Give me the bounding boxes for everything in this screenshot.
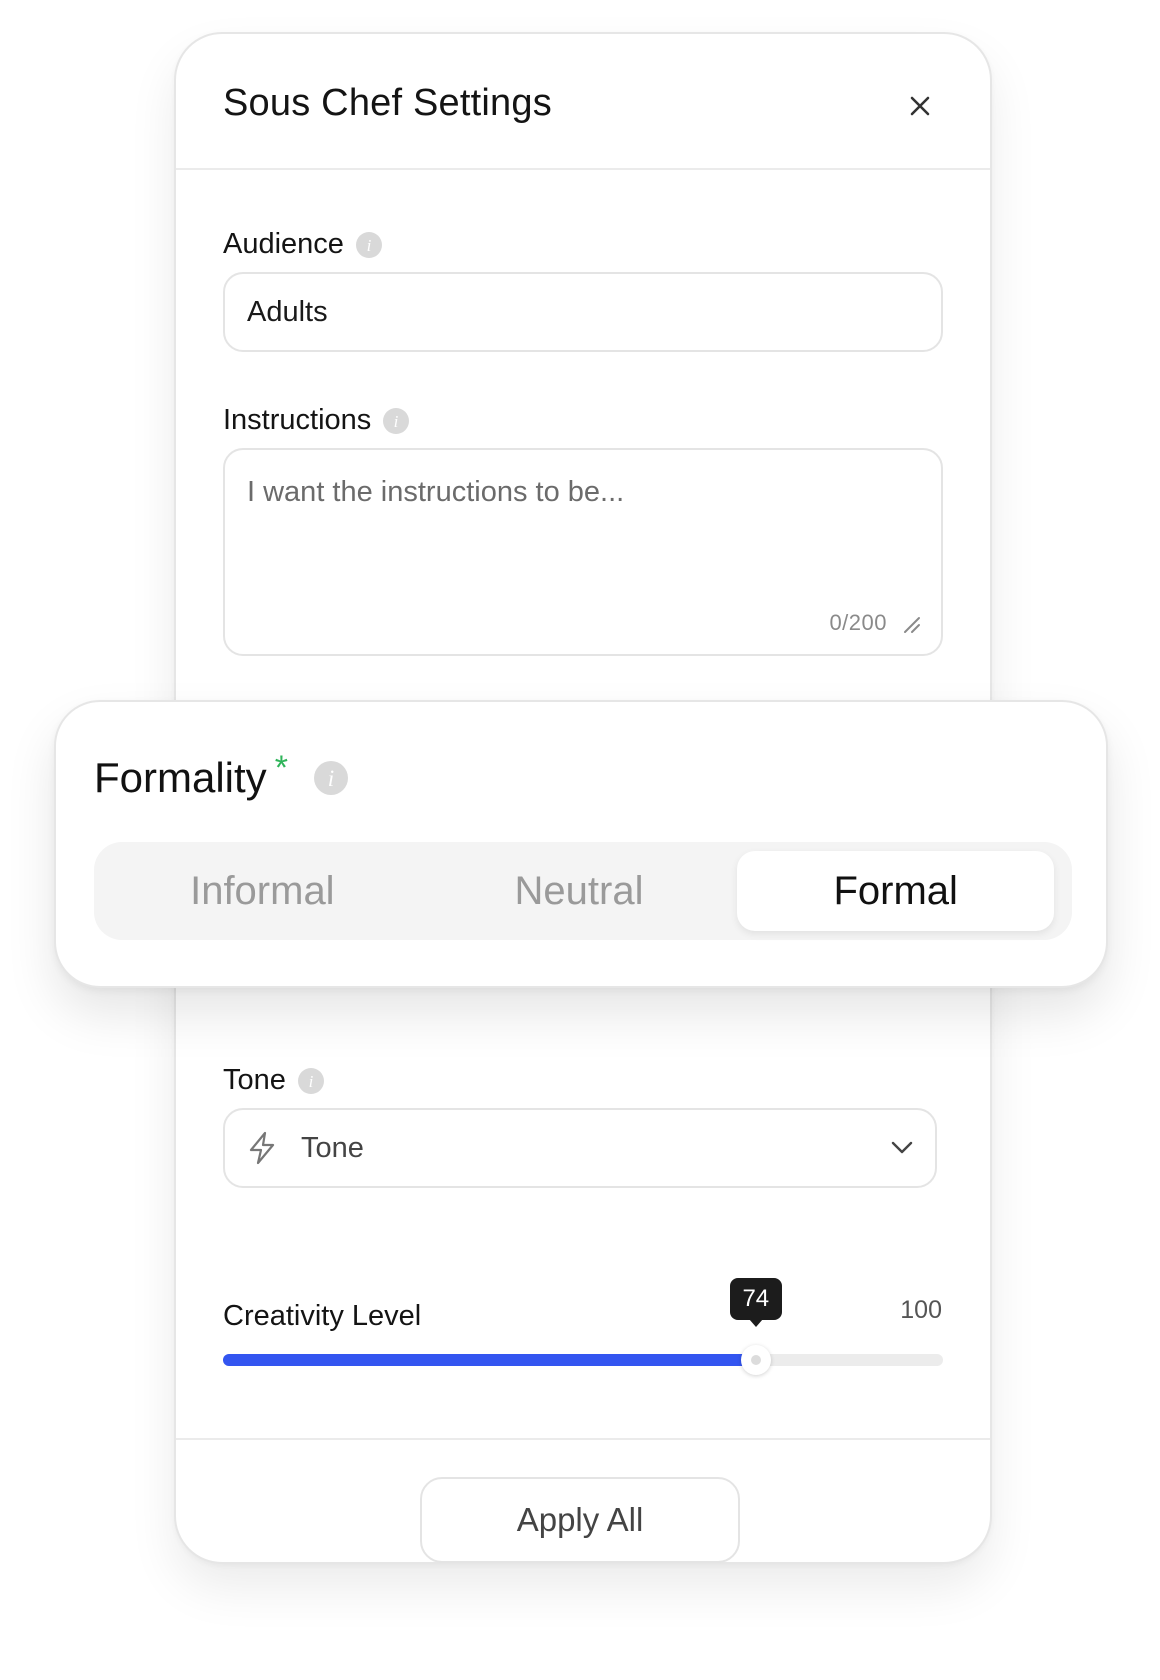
close-icon xyxy=(910,96,930,116)
close-button[interactable] xyxy=(900,86,940,126)
audience-input[interactable]: Adults xyxy=(223,272,943,352)
svg-text:i: i xyxy=(394,412,399,431)
info-icon[interactable]: i xyxy=(383,407,410,434)
instructions-textarea[interactable]: I want the instructions to be... 0/200 xyxy=(223,448,943,656)
slider-value-tooltip: 74 xyxy=(729,1278,782,1327)
footer-divider xyxy=(176,1438,990,1440)
dialog-header: Sous Chef Settings xyxy=(176,34,990,170)
tone-placeholder: Tone xyxy=(301,1131,364,1164)
dialog-title: Sous Chef Settings xyxy=(223,82,552,124)
audience-value: Adults xyxy=(247,295,328,328)
tone-label-text: Tone xyxy=(223,1064,286,1096)
chevron-down-icon xyxy=(891,1141,913,1154)
creativity-slider[interactable]: 74 xyxy=(223,1278,943,1375)
slider-max-label: 100 xyxy=(900,1296,942,1324)
formality-option-informal[interactable]: Informal xyxy=(104,851,421,931)
instructions-label: Instructions i xyxy=(223,404,410,437)
formality-heading: Formality * i xyxy=(94,749,348,802)
formality-label: Formality xyxy=(94,754,267,801)
formality-segmented-control: Informal Neutral Formal xyxy=(94,842,1072,940)
audience-label-text: Audience xyxy=(223,228,344,260)
formality-card: Formality * i Informal Neutral Formal xyxy=(54,700,1108,988)
char-count: 0/200 xyxy=(829,610,887,635)
instructions-placeholder: I want the instructions to be... xyxy=(247,476,625,508)
required-asterisk: * xyxy=(274,748,288,787)
slider-thumb[interactable] xyxy=(740,1345,771,1375)
tone-label: Tone i xyxy=(223,1064,324,1097)
svg-text:i: i xyxy=(309,1072,314,1091)
svg-text:i: i xyxy=(328,766,334,791)
formality-option-formal[interactable]: Formal xyxy=(737,851,1055,931)
creativity-label: Creativity Level xyxy=(223,1300,422,1332)
info-icon[interactable]: i xyxy=(313,761,348,795)
slider-fill xyxy=(223,1354,756,1366)
svg-text:i: i xyxy=(367,236,372,255)
formality-option-neutral[interactable]: Neutral xyxy=(421,851,738,931)
instructions-label-text: Instructions xyxy=(223,404,372,436)
audience-label: Audience i xyxy=(223,228,382,261)
bolt-icon xyxy=(249,1131,275,1165)
apply-all-button[interactable]: Apply All xyxy=(420,1477,740,1563)
resize-handle-icon[interactable] xyxy=(901,614,921,634)
tone-select[interactable]: Tone xyxy=(223,1108,937,1188)
info-icon[interactable]: i xyxy=(355,231,382,258)
info-icon[interactable]: i xyxy=(297,1067,324,1094)
